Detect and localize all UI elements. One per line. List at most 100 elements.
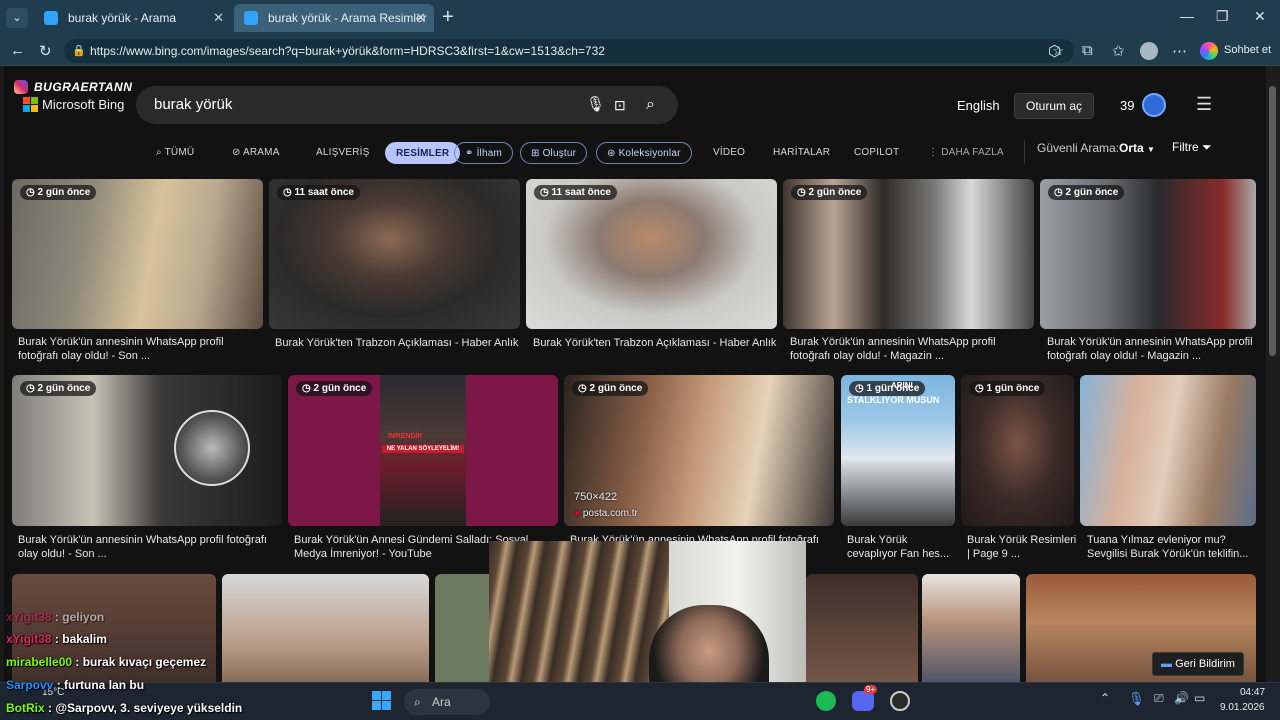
image-result[interactable]: ◷ 2 gün önce 750×422 ● posta.com.tr [564, 375, 834, 526]
image-result[interactable]: ◷ 1 gün önce ARINI STALKLIYOR MUSUN [841, 375, 955, 526]
clock-icon: ◷ [975, 383, 987, 394]
split-screen-icon[interactable]: ⧉ [1082, 42, 1093, 59]
image-result[interactable] [922, 574, 1020, 682]
nav-copilot[interactable]: COPILOT [854, 142, 899, 164]
profile-avatar[interactable] [1140, 42, 1158, 60]
tab-images[interactable]: burak yörük - Arama Resimler ✕ [234, 4, 434, 32]
tab-actions-menu-icon[interactable]: ⌄ [6, 8, 28, 28]
microsoft-logo-icon [23, 97, 38, 112]
tab-search[interactable]: burak yörük - Arama ✕ [34, 4, 232, 32]
nav-images[interactable]: RESİMLER [385, 142, 461, 164]
image-caption[interactable]: Burak Yörük'ün annesinin WhatsApp profil… [18, 533, 280, 561]
rewards-medal-icon[interactable] [1142, 93, 1166, 117]
image-caption[interactable]: Burak Yörük'ten Trabzon Açıklaması - Hab… [275, 336, 520, 350]
chevron-up-icon[interactable]: ⌃ [1100, 691, 1110, 705]
image-result[interactable]: ◷ 1 gün önce [961, 375, 1074, 526]
image-result[interactable] [1080, 375, 1256, 526]
image-result[interactable] [806, 574, 918, 682]
image-result[interactable]: ◷ 2 gün önce İMRENDİK NE YALAN SÖYLEYELİ… [288, 375, 558, 526]
minimize-icon[interactable]: — [1180, 8, 1194, 24]
copilot-chat-label[interactable]: Sohbet et [1224, 44, 1271, 56]
filter-button[interactable]: Filtre ⏷ [1172, 140, 1212, 155]
battery-icon[interactable]: ▭ [1194, 691, 1205, 705]
image-source[interactable]: ● posta.com.tr [574, 508, 638, 519]
image-result[interactable]: ◷ 2 gün önce [12, 375, 282, 526]
rewards-count: 39 [1120, 98, 1135, 113]
language-link[interactable]: English [957, 98, 1000, 113]
close-window-icon[interactable]: ✕ [1254, 8, 1266, 25]
search-input[interactable]: burak yörük 🎙 ⊡ ⌕ [136, 86, 678, 124]
clock-icon: ◷ [797, 187, 809, 198]
taskbar-search[interactable]: ⌕ Ara [404, 689, 490, 715]
nav-more[interactable]: ⋮ DAHA FAZLA [928, 142, 1004, 164]
streamer-overlay-name: BUGRAERTANN [34, 80, 133, 94]
clock-icon: ◷ [1054, 187, 1066, 198]
bing-favicon-icon [244, 11, 258, 25]
clock-date[interactable]: 9.01.2026 [1220, 702, 1265, 713]
favorites-icon[interactable]: ✩ [1112, 42, 1125, 60]
new-tab-icon[interactable]: + [442, 6, 454, 29]
image-caption[interactable]: Burak Yörük'ün annesinin WhatsApp profil… [1047, 335, 1257, 363]
image-result[interactable] [222, 574, 429, 682]
search-query: burak yörük [154, 96, 233, 113]
clock-icon: ◷ [26, 187, 38, 198]
nav-search[interactable]: ⊘ ARAMA [232, 142, 280, 164]
microphone-icon[interactable]: 🎙 [586, 86, 605, 124]
clock-icon: ◷ [26, 383, 38, 394]
image-caption[interactable]: Burak Yörük Resimleri | Page 9 ... [967, 533, 1077, 561]
safesearch-dropdown[interactable]: Orta ▼ [1119, 141, 1155, 155]
feedback-button[interactable]: ▬ Geri Bildirim [1152, 652, 1244, 676]
image-result[interactable]: ◷ 2 gün önce [783, 179, 1034, 329]
image-caption[interactable]: Burak Yörük'ün annesinin WhatsApp profil… [18, 335, 258, 363]
settings-more-icon[interactable]: ⋯ [1172, 42, 1187, 60]
feedback-icon: ▬ [1161, 658, 1176, 670]
url-field[interactable]: 🔒 https://www.bing.com/images/search?q=b… [64, 39, 1074, 63]
refresh-icon[interactable]: ↻ [39, 42, 52, 60]
tab-label: burak yörük - Arama Resimler [268, 11, 427, 25]
create-icon: ⊞ [531, 148, 543, 159]
nav-maps[interactable]: HARİTALAR [773, 142, 830, 164]
profile-photo-circle [174, 410, 250, 486]
nav-collections[interactable]: ⊛ Koleksiyonlar [596, 142, 692, 164]
image-result[interactable] [435, 574, 495, 682]
image-result[interactable]: ◷ 11 saat önce [269, 179, 520, 329]
image-caption[interactable]: Tuana Yılmaz evleniyor mu? Sevgilisi Bur… [1087, 533, 1257, 561]
scrollbar-thumb[interactable] [1269, 86, 1276, 356]
close-tab-icon[interactable]: ✕ [213, 10, 224, 26]
clock-time[interactable]: 04:47 [1240, 687, 1265, 698]
chevron-down-icon: ▼ [1147, 145, 1155, 154]
copilot-icon[interactable] [1200, 42, 1218, 60]
hamburger-menu-icon[interactable]: ☰ [1196, 94, 1212, 115]
nav-video[interactable]: VİDEO [713, 142, 745, 164]
extensions-icon[interactable]: ⬡ [1048, 42, 1061, 60]
visual-search-icon[interactable]: ⊡ [614, 86, 626, 124]
spotify-icon[interactable] [816, 691, 836, 711]
microphone-icon[interactable]: 🎙 [1128, 691, 1145, 707]
windows-start-icon[interactable] [372, 691, 392, 711]
image-result[interactable]: ◷ 2 gün önce [12, 179, 263, 329]
nav-inspiration[interactable]: ⚭ İlham [454, 142, 514, 164]
image-caption[interactable]: Burak Yörük'ten Trabzon Açıklaması - Hab… [533, 336, 778, 350]
time-badge: ◷ 2 gün önce [20, 185, 97, 200]
image-caption[interactable]: Burak Yörük cevaplıyor Fan hes... [847, 533, 957, 561]
signin-button[interactable]: Oturum aç [1014, 93, 1094, 119]
nav-shopping[interactable]: ALIŞVERİŞ [316, 142, 370, 164]
time-badge: ◷ 2 gün önce [296, 381, 373, 396]
nav-all[interactable]: ⌕ TÜMÜ [156, 142, 194, 164]
image-result[interactable]: ◷ 11 saat önce [526, 179, 777, 329]
discord-icon[interactable]: 9+ [852, 685, 878, 711]
volume-icon[interactable]: 🔊 [1174, 691, 1189, 705]
nav-create[interactable]: ⊞ Oluştur [520, 142, 588, 164]
bing-logo-text[interactable]: Microsoft Bing [42, 97, 124, 112]
search-icon[interactable]: ⌕ [646, 86, 655, 124]
time-badge: ◷ 2 gün önce [20, 381, 97, 396]
back-icon[interactable]: ← [10, 42, 25, 59]
image-result[interactable]: ◷ 2 gün önce [1040, 179, 1256, 329]
restore-icon[interactable]: ❐ [1216, 8, 1229, 25]
clock-icon: ◷ [578, 383, 590, 394]
network-icon[interactable]: ⎚ [1154, 691, 1164, 706]
close-tab-icon[interactable]: ✕ [415, 10, 426, 26]
obs-icon[interactable] [890, 691, 910, 711]
page-scrollbar[interactable] [1266, 66, 1280, 682]
image-caption[interactable]: Burak Yörük'ün annesinin WhatsApp profil… [790, 335, 1030, 363]
